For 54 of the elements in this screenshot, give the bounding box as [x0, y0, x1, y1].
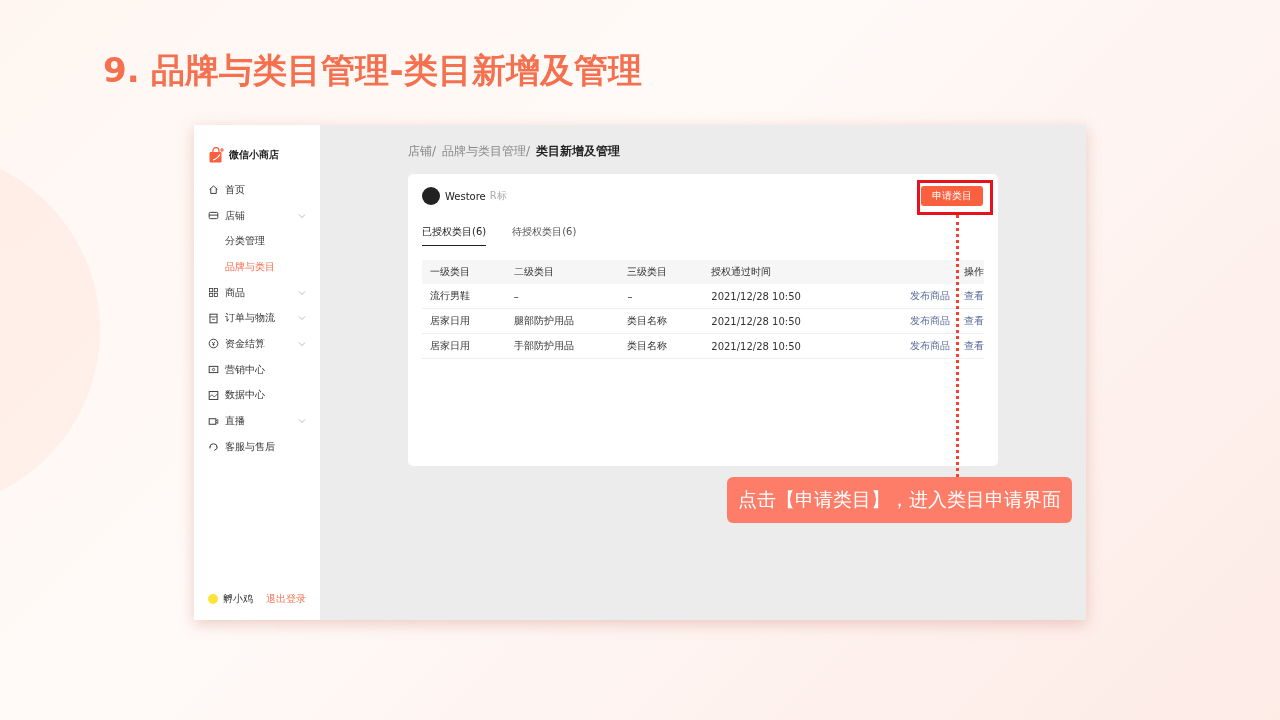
- tab[interactable]: 待授权类目(6): [512, 224, 577, 246]
- table-cell: 2021/12/28 10:50: [703, 333, 862, 359]
- menu-item-icon: [208, 389, 219, 401]
- sidebar-item[interactable]: 资金结算: [194, 331, 320, 357]
- action-link[interactable]: 发布商品: [910, 340, 950, 351]
- sidebar-item[interactable]: 订单与物流: [194, 305, 320, 332]
- table-cell: –: [619, 284, 704, 309]
- sidebar-item[interactable]: 营销中心: [194, 356, 320, 383]
- sidebar-item[interactable]: 首页: [194, 177, 320, 203]
- sidebar-item[interactable]: 店铺: [194, 202, 320, 229]
- brand-logo: [422, 187, 440, 205]
- table-cell: 流行男鞋: [422, 284, 506, 309]
- user-name: 孵小鸡: [223, 592, 254, 606]
- table-cell: 手部防护用品: [505, 333, 620, 359]
- table-cell: –: [505, 284, 620, 309]
- menu-item-icon: [208, 364, 219, 376]
- table-cell: 2021/12/28 10:50: [703, 308, 862, 334]
- table-cell: 居家日用: [422, 308, 506, 334]
- menu-item-icon: [208, 338, 219, 350]
- tab[interactable]: 已授权类目(6): [422, 224, 487, 246]
- sidebar-item[interactable]: 直播: [194, 408, 320, 434]
- action-link[interactable]: 查看: [964, 290, 984, 301]
- sidebar-item[interactable]: 数据中心: [194, 382, 320, 409]
- action-link[interactable]: 查看: [964, 340, 984, 351]
- action-link[interactable]: 发布商品: [910, 315, 950, 326]
- brand-name: Westore: [445, 190, 486, 202]
- sidebar-item[interactable]: 商品: [194, 279, 320, 306]
- table-cell: 居家日用: [422, 333, 506, 359]
- shopping-bag-icon: [208, 147, 224, 163]
- sidebar-item[interactable]: 客服与售后: [194, 433, 320, 460]
- brand-tag: R标: [489, 189, 921, 203]
- menu-item-icon: [208, 441, 219, 453]
- table-cell: 2021/12/28 10:50: [703, 284, 862, 309]
- column-header: 一级类目: [422, 260, 506, 284]
- column-header: 操作: [861, 260, 984, 284]
- menu-item-icon: [208, 312, 219, 324]
- column-header: 授权通过时间: [703, 260, 862, 284]
- menu-item-icon: [208, 184, 219, 196]
- menu-item-icon: [208, 210, 219, 222]
- table-cell: 类目名称: [619, 333, 704, 359]
- avatar: [208, 594, 218, 604]
- action-link[interactable]: 查看: [964, 315, 984, 326]
- action-link[interactable]: 发布商品: [910, 290, 950, 301]
- table-cell: 类目名称: [619, 308, 704, 334]
- app-name: 微信小商店: [229, 148, 279, 162]
- menu-item-icon: [208, 415, 219, 427]
- slide-title: 9. 品牌与类目管理-类目新增及管理: [103, 49, 643, 92]
- menu-item-icon: [208, 287, 219, 299]
- table-cell: 腿部防护用品: [505, 308, 620, 334]
- column-header: 二级类目: [505, 260, 620, 284]
- callout: 点击【申请类目】，进入类目申请界面: [727, 477, 1072, 523]
- breadcrumb-item: 类目新增及管理: [536, 143, 621, 160]
- sidebar-subitem[interactable]: 分类管理: [194, 228, 320, 255]
- column-header: 三级类目: [619, 260, 704, 284]
